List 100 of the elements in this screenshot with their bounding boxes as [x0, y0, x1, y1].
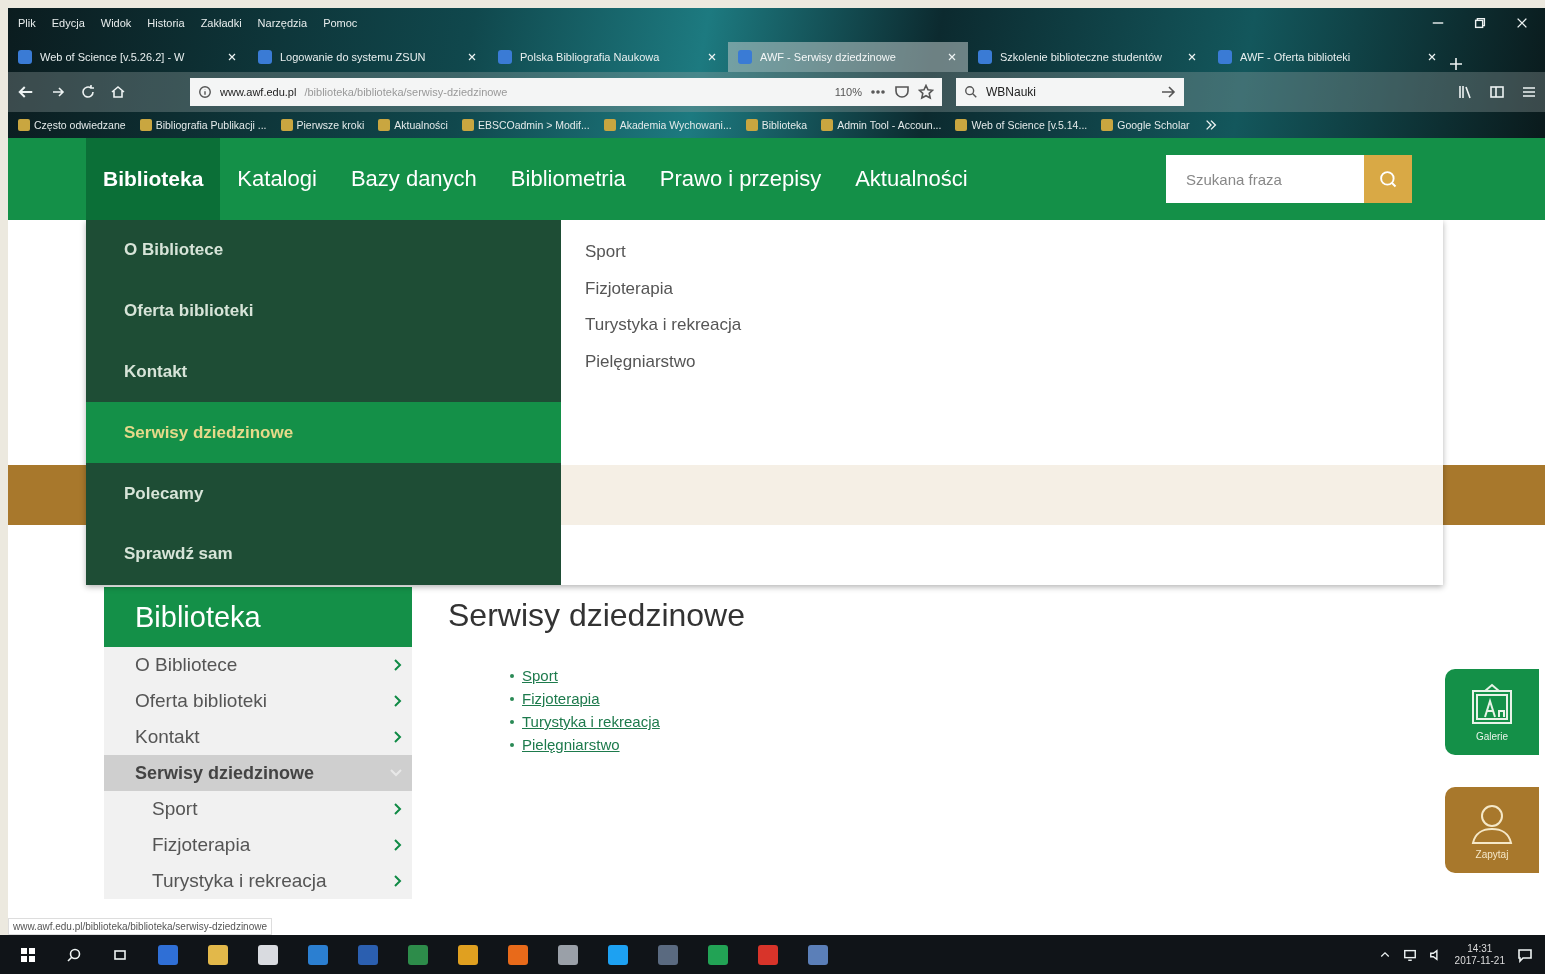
- browser-tab[interactable]: Web of Science [v.5.26.2] - W: [8, 42, 248, 72]
- library-icon[interactable]: [1457, 84, 1473, 100]
- close-icon[interactable]: [1186, 51, 1198, 63]
- info-icon[interactable]: [198, 85, 212, 99]
- menu-icon[interactable]: [1521, 84, 1537, 100]
- nav-item[interactable]: Bibliometria: [493, 138, 643, 220]
- content-link[interactable]: Sport: [522, 664, 558, 687]
- submenu-item[interactable]: Turystyka i rekreacja: [585, 307, 1419, 344]
- windows-logo-icon[interactable]: [20, 946, 36, 963]
- sidebar-item[interactable]: O Bibliotece: [104, 647, 412, 683]
- app-icon[interactable]: [258, 944, 278, 965]
- app-icon[interactable]: [558, 944, 578, 965]
- chevron-right-icon: [394, 659, 402, 671]
- submenu-item[interactable]: Sport: [585, 234, 1419, 271]
- bookmark-link[interactable]: Aktualności: [378, 119, 448, 131]
- dropdown-item[interactable]: O Bibliotece: [86, 220, 561, 281]
- menu-item[interactable]: Narzędzia: [257, 17, 308, 29]
- dropdown-item[interactable]: Polecamy: [86, 463, 561, 524]
- favicon-icon: [498, 50, 512, 64]
- nav-item[interactable]: Aktualności: [838, 138, 985, 220]
- search-icon: [1378, 169, 1398, 189]
- restore-icon[interactable]: [1473, 16, 1487, 30]
- browser-tab[interactable]: Polska Bibliografia Naukowa: [488, 42, 728, 72]
- app-icon[interactable]: [508, 944, 528, 965]
- close-icon[interactable]: [1426, 51, 1438, 63]
- menu-item[interactable]: Historia: [147, 17, 185, 29]
- content-link[interactable]: Fizjoterapia: [522, 687, 600, 710]
- nav-item[interactable]: Katalogi: [220, 138, 334, 220]
- bookmark-link[interactable]: Web of Science [v.5.14...: [955, 119, 1088, 131]
- menu-item[interactable]: Pomoc: [323, 17, 358, 29]
- menu-item[interactable]: Edycja: [51, 17, 85, 29]
- side-button[interactable]: Galerie: [1445, 669, 1539, 755]
- close-icon[interactable]: [466, 51, 478, 63]
- bullet-icon: [510, 719, 514, 724]
- notification-icon[interactable]: [1517, 946, 1533, 963]
- bookmark-link[interactable]: EBSCOadmin > Modif...: [461, 119, 590, 131]
- tab-title: AWF - Oferta biblioteki: [1240, 51, 1352, 63]
- tab-title: Logowanie do systemu ZSUN: [280, 51, 427, 63]
- shield-icon[interactable]: [894, 84, 910, 100]
- sidebar-item[interactable]: Sport: [104, 791, 412, 827]
- arrow-right-icon[interactable]: [1160, 84, 1176, 100]
- home-icon[interactable]: [110, 84, 126, 100]
- content-link[interactable]: Pielęgniarstwo: [522, 733, 620, 756]
- star-icon[interactable]: [918, 84, 934, 100]
- browser-tab[interactable]: Szkolenie biblioteczne studentów: [968, 42, 1208, 72]
- search-icon[interactable]: [66, 946, 82, 963]
- bookmark-link[interactable]: Pierwsze kroki: [280, 119, 365, 131]
- zoom-level[interactable]: 110%: [834, 86, 862, 98]
- chevron-down-icon: [390, 769, 402, 777]
- sidebar-item[interactable]: Serwisy dziedzinowe: [104, 755, 412, 791]
- browser-tab[interactable]: AWF - Oferta biblioteki: [1208, 42, 1448, 72]
- chevron-right-icon: [394, 803, 402, 815]
- sidebar-item[interactable]: Fizjoterapia: [104, 827, 412, 863]
- submenu-item[interactable]: Fizjoterapia: [585, 270, 1419, 307]
- page-title: Serwisy dziedzinowe: [448, 597, 745, 634]
- sidebar-item[interactable]: Oferta biblioteki: [104, 683, 412, 719]
- dropdown-item[interactable]: Kontakt: [86, 341, 561, 403]
- browser-tab[interactable]: Logowanie do systemu ZSUN: [248, 42, 488, 72]
- bookmark-link[interactable]: Często odwiedzane: [18, 119, 126, 131]
- content-link[interactable]: Turystyka i rekreacja: [522, 710, 660, 733]
- tab-title: Szkolenie biblioteczne studentów: [1000, 51, 1164, 63]
- bookmark-link[interactable]: Bibliografia Publikacji ...: [139, 119, 267, 131]
- favicon-icon: [738, 50, 752, 64]
- site-search-field[interactable]: Szukana fraza: [1166, 155, 1364, 203]
- app-icon[interactable]: [608, 944, 628, 965]
- bullet-icon: [510, 742, 514, 747]
- app-icon[interactable]: [708, 944, 728, 965]
- sidebar-item[interactable]: Kontakt: [104, 719, 412, 755]
- menu-item[interactable]: Widok: [100, 17, 132, 29]
- nav-item[interactable]: Biblioteka: [86, 138, 221, 220]
- sidebar-icon[interactable]: [1489, 84, 1505, 100]
- address-bar[interactable]: www.awf.edu.pl /biblioteka/biblioteka/serwisy-dziedzinowe 110%: [190, 78, 942, 106]
- app-icon[interactable]: [458, 944, 478, 965]
- chevron-right-icon: [394, 731, 402, 743]
- search-icon[interactable]: [964, 85, 978, 99]
- bookmark-link[interactable]: Akademia Wychowani...: [603, 119, 732, 131]
- tab-title: AWF - Serwisy dziedzinowe: [760, 51, 897, 63]
- dropdown-item[interactable]: Oferta biblioteki: [86, 280, 561, 342]
- close-icon[interactable]: [226, 51, 238, 63]
- bookmark-link[interactable]: Admin Tool - Accoun...: [821, 119, 942, 131]
- status-url: www.awf.edu.pl/biblioteka/biblioteka/serwisy-dziedzinowe: [8, 918, 272, 935]
- plus-icon[interactable]: [1448, 56, 1464, 72]
- tab-title: Polska Bibliografia Naukowa: [520, 51, 661, 63]
- menu-item[interactable]: Plik: [18, 17, 36, 29]
- close-icon[interactable]: [1515, 16, 1529, 30]
- browser-search-field[interactable]: WBNauki: [956, 78, 1184, 106]
- app-icon[interactable]: [208, 944, 228, 965]
- clock-time: 14:31: [1467, 942, 1493, 955]
- menu-item[interactable]: Zakładki: [200, 17, 242, 29]
- bookmark-link[interactable]: Google Scholar: [1101, 119, 1190, 131]
- bookmark-link[interactable]: Biblioteka: [745, 119, 808, 131]
- sidebar-item[interactable]: Turystyka i rekreacja: [104, 863, 412, 899]
- submenu-item[interactable]: Pielęgniarstwo: [585, 343, 1419, 380]
- bullet-icon: [510, 696, 514, 701]
- favicon-icon: [1218, 50, 1232, 64]
- easel-picture-icon: [1469, 682, 1515, 727]
- reload-icon[interactable]: [80, 84, 96, 100]
- nav-item[interactable]: Bazy danych: [333, 138, 494, 220]
- nav-item[interactable]: Prawo i przepisy: [642, 138, 839, 220]
- dropdown-item[interactable]: Sprawdź sam: [86, 524, 561, 585]
